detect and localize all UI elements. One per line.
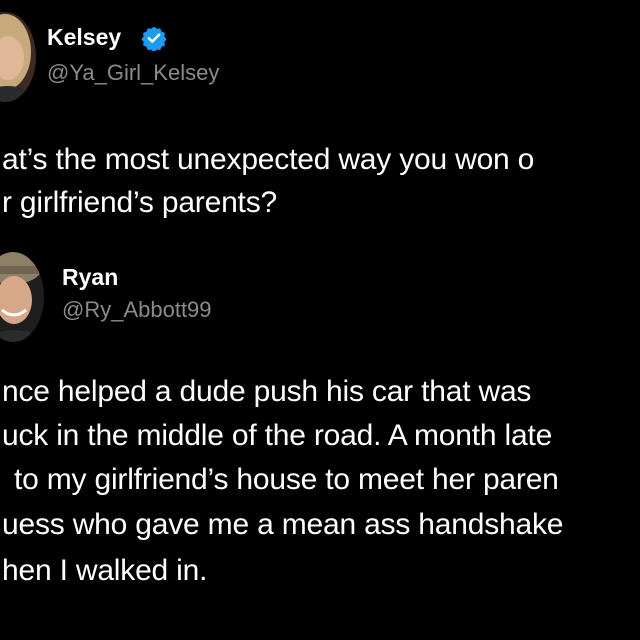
tweet-text-line-2: r girlfriend’s parents?	[2, 186, 277, 219]
kelsey-display-name[interactable]: Kelsey	[47, 24, 121, 51]
kelsey-avatar[interactable]	[0, 12, 36, 102]
reply-text-line-1: nce helped a dude push his car that was	[2, 375, 532, 408]
kelsey-handle[interactable]: @Ya_Girl_Kelsey	[47, 60, 219, 86]
ryan-handle[interactable]: @Ry_Abbott99	[62, 297, 212, 323]
tweet-text-line-1: at’s the most unexpected way you won o	[2, 143, 535, 176]
reply-text-line-4: uess who gave me a mean ass handshake	[2, 508, 564, 541]
reply-text-line-5: hen I walked in.	[2, 554, 208, 587]
ryan-display-name[interactable]: Ryan	[62, 264, 118, 291]
verified-badge-icon	[141, 26, 167, 51]
ryan-avatar[interactable]	[0, 252, 44, 342]
reply-text-line-3: to my girlfriend’s house to meet her par…	[14, 463, 559, 496]
reply-text-line-2: uck in the middle of the road. A month l…	[2, 419, 553, 452]
